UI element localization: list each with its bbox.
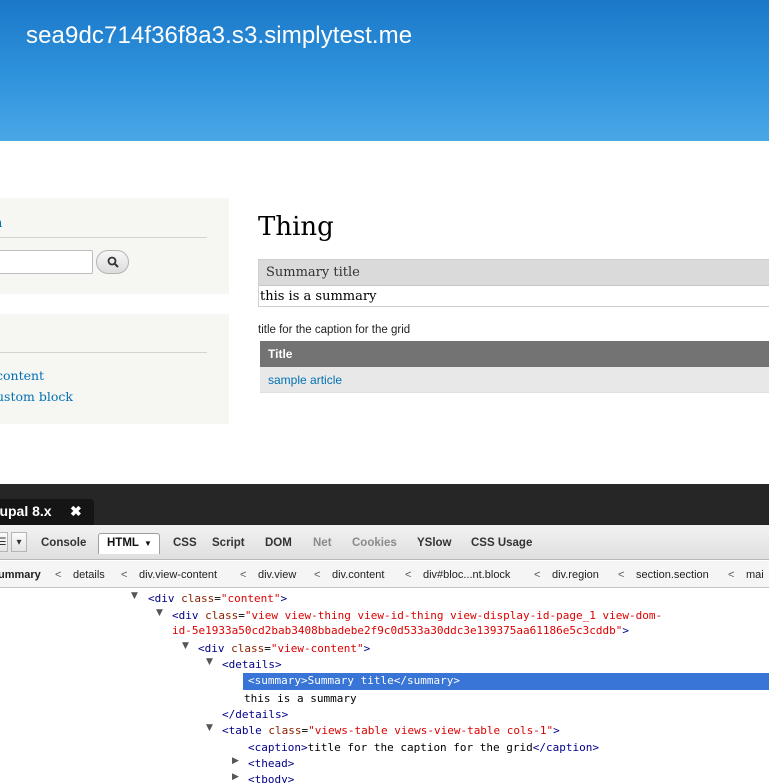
tab-script[interactable]: Script xyxy=(212,537,245,549)
search-block: h xyxy=(0,198,229,294)
dom-tree: ▼ <div class="content"> ▼ <div class="vi… xyxy=(0,589,769,783)
chevron-down-icon[interactable]: ▾ xyxy=(11,532,27,552)
breadcrumb-separator: < xyxy=(534,569,541,581)
dom-node[interactable]: <tbody> xyxy=(248,773,294,783)
site-name[interactable]: sea9dc714f36f8a3.s3.simplytest.me xyxy=(26,22,412,50)
breadcrumb-separator: < xyxy=(55,569,62,581)
search-button[interactable] xyxy=(96,250,129,274)
details-body: this is a summary xyxy=(260,289,377,304)
breadcrumb-item[interactable]: div.view xyxy=(258,569,296,581)
breadcrumb-item[interactable]: details xyxy=(73,569,105,581)
dom-text-node[interactable]: this is a summary xyxy=(244,692,357,708)
block-divider xyxy=(0,237,207,238)
tab-html-label: HTML xyxy=(107,537,139,549)
site-header: sea9dc714f36f8a3.s3.simplytest.me xyxy=(0,0,769,141)
breadcrumb-separator: < xyxy=(121,569,128,581)
grid-header: Title xyxy=(260,341,769,367)
dom-node-continuation: id-5e1933a50cd2bab3408bbadebe2f9c0d533a3… xyxy=(172,624,629,637)
dom-node[interactable]: <div class="view view-thing view-id-thin… xyxy=(172,609,662,625)
breadcrumb-item[interactable]: mai xyxy=(746,569,764,581)
chevron-down-icon: ▼ xyxy=(144,539,152,548)
firebug-title-bar: rupal 8.x ✖ xyxy=(0,484,769,525)
breadcrumb-item[interactable]: ummary xyxy=(0,569,41,581)
close-icon[interactable]: ✖ xyxy=(70,503,82,520)
breadcrumb-item[interactable]: div.region xyxy=(552,569,599,581)
dom-node[interactable]: <div class="view-content"> xyxy=(198,642,370,658)
firebug-tab[interactable]: rupal 8.x ✖ xyxy=(0,499,94,525)
breadcrumb-separator: < xyxy=(240,569,247,581)
dom-node[interactable]: <thead> xyxy=(248,757,294,773)
tab-yslow[interactable]: YSlow xyxy=(417,537,452,549)
grid-header-title[interactable]: Title xyxy=(268,347,292,361)
page-title: Thing xyxy=(258,212,334,242)
menu-icon[interactable]: ☰ xyxy=(0,532,8,552)
twisty-open-icon[interactable]: ▼ xyxy=(206,723,213,733)
breadcrumb-item[interactable]: div.view-content xyxy=(139,569,217,581)
summary-title: Summary title xyxy=(266,265,360,280)
dom-node[interactable]: <table class="views-table views-view-tab… xyxy=(222,724,560,740)
dom-node[interactable]: <caption>title for the caption for the g… xyxy=(248,741,599,757)
breadcrumb: ummary < details < div.view-content < di… xyxy=(0,561,769,588)
dom-node-close[interactable]: </details> xyxy=(222,708,288,724)
dom-node-selected[interactable]: <summary>Summary title</summary> xyxy=(243,673,769,690)
details-element: Summary title this is a summary xyxy=(258,259,769,307)
table-row: sample article xyxy=(260,367,769,393)
breadcrumb-separator: < xyxy=(618,569,625,581)
search-block-heading[interactable]: h xyxy=(0,216,2,231)
tools-block: content ustom block xyxy=(0,314,229,424)
tab-console[interactable]: Console xyxy=(41,537,86,549)
tab-css-usage[interactable]: CSS Usage xyxy=(471,537,532,549)
dom-node[interactable]: <details> xyxy=(222,658,282,674)
breadcrumb-separator: < xyxy=(314,569,321,581)
details-summary[interactable]: Summary title xyxy=(259,260,769,286)
firebug-tab-title: rupal 8.x xyxy=(0,503,52,519)
twisty-closed-icon[interactable]: ▶ xyxy=(232,756,239,766)
breadcrumb-item[interactable]: div#bloc...nt.block xyxy=(423,569,510,581)
grid-row-link[interactable]: sample article xyxy=(268,373,342,387)
twisty-open-icon[interactable]: ▼ xyxy=(156,608,163,618)
firebug-toolbar: ☰ ▾ Console HTML ▼ CSS Script DOM Net Co… xyxy=(0,525,769,560)
breadcrumb-item[interactable]: div.content xyxy=(332,569,384,581)
tools-link-custom-block[interactable]: ustom block xyxy=(0,389,73,404)
twisty-closed-icon[interactable]: ▶ xyxy=(232,772,239,782)
dom-node[interactable]: <div class="content"> xyxy=(148,592,287,608)
tools-link-content[interactable]: content xyxy=(0,368,44,383)
twisty-open-icon[interactable]: ▼ xyxy=(131,591,138,601)
grid-table: Title sample article xyxy=(260,341,769,393)
breadcrumb-separator: < xyxy=(728,569,735,581)
tab-dom[interactable]: DOM xyxy=(265,537,292,549)
tab-net[interactable]: Net xyxy=(313,537,332,549)
tab-html[interactable]: HTML ▼ xyxy=(98,533,160,554)
block-divider xyxy=(0,352,207,353)
tab-css[interactable]: CSS xyxy=(173,537,197,549)
magnifier-icon xyxy=(107,256,119,268)
search-input[interactable] xyxy=(0,250,93,274)
grid-caption: title for the caption for the grid xyxy=(258,324,411,336)
twisty-open-icon[interactable]: ▼ xyxy=(206,657,213,667)
tab-cookies[interactable]: Cookies xyxy=(352,537,397,549)
twisty-open-icon[interactable]: ▼ xyxy=(182,641,189,651)
breadcrumb-item[interactable]: section.section xyxy=(636,569,709,581)
breadcrumb-separator: < xyxy=(405,569,412,581)
